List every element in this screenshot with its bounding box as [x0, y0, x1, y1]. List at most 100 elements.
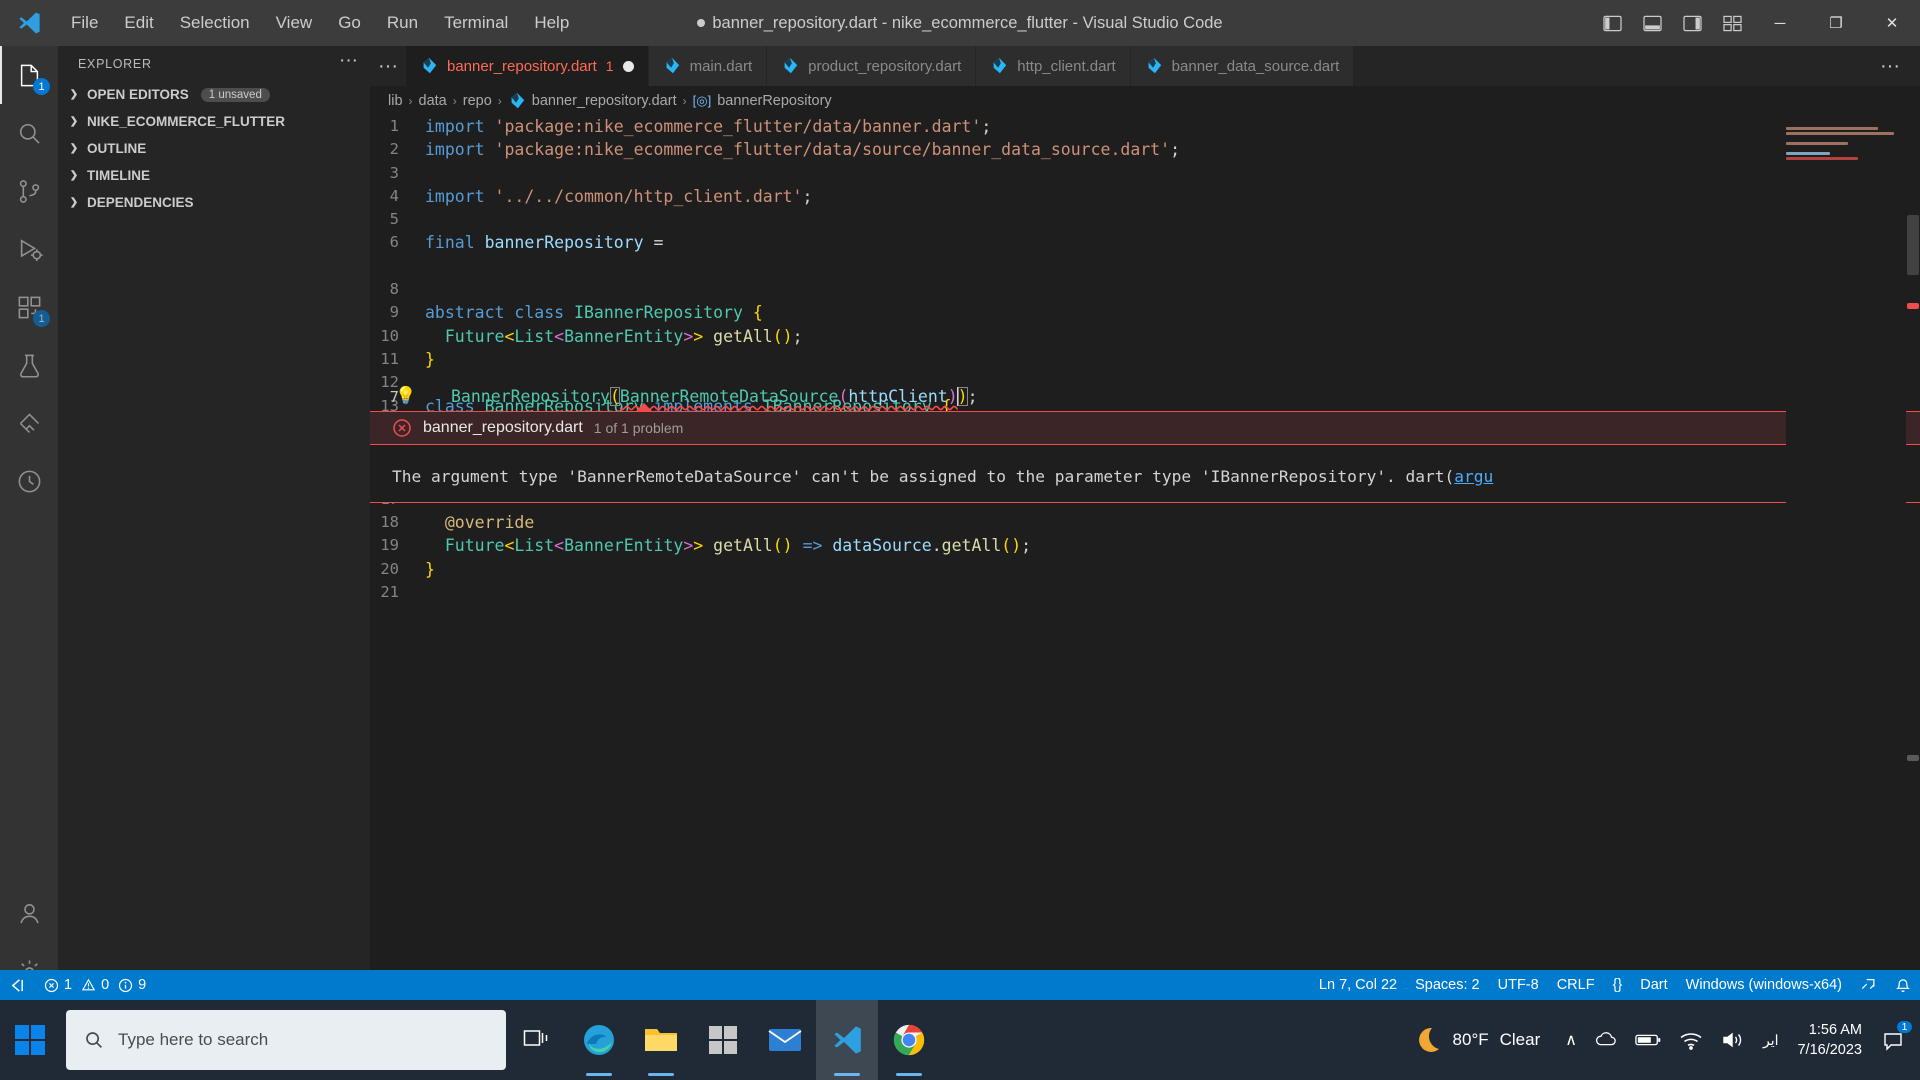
code-token: ;	[1170, 140, 1180, 160]
sidebar-section-label: NIKE_ECOMMERCE_FLUTTER	[87, 114, 286, 129]
battery-icon[interactable]	[1626, 1032, 1670, 1048]
menu-run[interactable]: Run	[374, 0, 431, 46]
sidebar-section-nike-ecommerce-flutter[interactable]: ❯ NIKE_ECOMMERCE_FLUTTER	[58, 108, 370, 135]
breadcrumb-item[interactable]: repo	[463, 93, 492, 109]
breadcrumb-item[interactable]: lib	[388, 93, 403, 109]
taskbar-google-chrome[interactable]	[878, 1000, 940, 1080]
taskbar-microsoft-edge[interactable]	[568, 1000, 630, 1080]
menu-help[interactable]: Help	[521, 0, 582, 46]
activity-testing[interactable]	[0, 336, 58, 394]
status-bar: 1 0 9 Ln 7, Col 22 Spaces: 2 UTF-8 CRLF …	[0, 970, 1920, 1000]
line-content: import 'package:nike_ecommerce_flutter/d…	[425, 115, 1920, 138]
toggle-panel-icon[interactable]	[1632, 0, 1672, 46]
activity-extensions[interactable]: 1	[0, 278, 58, 336]
code-token: ;	[1021, 536, 1032, 556]
taskbar-visual-studio-code[interactable]	[816, 1000, 878, 1080]
error-count: 1	[64, 977, 73, 993]
code-token: ()	[772, 536, 793, 556]
error-icon	[44, 978, 59, 992]
tab-banner_data_source-dart[interactable]: banner_data_source.dart	[1130, 46, 1355, 86]
menu-edit[interactable]: Edit	[111, 0, 166, 46]
menu-terminal[interactable]: Terminal	[431, 0, 521, 46]
customize-layout-icon[interactable]	[1712, 0, 1752, 46]
peek-message-link[interactable]: argu	[1454, 467, 1493, 486]
menu-selection[interactable]: Selection	[167, 0, 263, 46]
editor-braces[interactable]: {}	[1604, 970, 1632, 1000]
warning-count: 0	[101, 977, 110, 993]
editor-indentation[interactable]: Spaces: 2	[1406, 970, 1489, 1000]
lightbulb-quickfix-icon[interactable]: 💡	[395, 386, 416, 406]
warning-icon	[81, 978, 96, 991]
maximize-button[interactable]: ❐	[1808, 0, 1864, 46]
editor-more-actions-icon[interactable]: ···	[1872, 53, 1908, 79]
activity-dart-devtools[interactable]	[0, 452, 58, 510]
menu-view[interactable]: View	[263, 0, 326, 46]
clock-date: 7/16/2023	[1797, 1042, 1862, 1058]
activity-search[interactable]	[0, 104, 58, 162]
activity-flutter[interactable]	[0, 394, 58, 452]
show-hidden-icons-chevron[interactable]: ∧	[1556, 1030, 1586, 1050]
tab-product_repository-dart[interactable]: product_repository.dart	[767, 46, 977, 86]
code-token: getAll	[713, 536, 773, 556]
open-remote-icon[interactable]	[1851, 970, 1886, 1000]
problems-status[interactable]: 1 0 9	[35, 970, 155, 1000]
tab-dirty-dot-icon[interactable]	[622, 60, 634, 72]
code-token: BannerEntity	[564, 326, 684, 346]
editor-language-mode[interactable]: Dart	[1631, 970, 1676, 1000]
start-button[interactable]	[0, 1000, 60, 1080]
breadcrumb-item[interactable]: bannerRepository	[717, 93, 831, 109]
system-tray: 80°F Clear ∧ ایر 1:56 AM 7/16/2023 1	[1396, 1000, 1920, 1080]
taskbar-file-explorer[interactable]	[630, 1000, 692, 1080]
minimize-button[interactable]: ─	[1752, 0, 1808, 46]
notifications-bell-icon[interactable]	[1886, 970, 1920, 1000]
weather-widget[interactable]: 80°F Clear	[1396, 1025, 1557, 1055]
activity-explorer[interactable]: 1	[0, 46, 58, 104]
tab-banner_repository-dart[interactable]: banner_repository.dart 1	[405, 46, 649, 86]
menu-file[interactable]: File	[58, 0, 111, 46]
notification-center-icon[interactable]: 1	[1876, 1021, 1920, 1051]
window-controls: ─ ❐ ✕	[1592, 0, 1920, 46]
line-content: import '../../common/http_client.dart';	[425, 185, 1920, 208]
keyboard-layout-icon[interactable]: ایر	[1754, 1032, 1788, 1049]
extensions-badge: 1	[33, 310, 50, 327]
onedrive-icon[interactable]	[1586, 1031, 1626, 1049]
tab-http_client-dart[interactable]: http_client.dart	[976, 46, 1131, 86]
activity-run-and-debug[interactable]	[0, 220, 58, 278]
scrollbar-thumb[interactable]	[1907, 215, 1919, 275]
sidebar-section-timeline[interactable]: ❯ TIMELINE	[58, 162, 370, 189]
breadcrumb-item[interactable]: data	[419, 93, 447, 109]
line-content: @override	[425, 511, 1920, 534]
task-view-button[interactable]	[506, 1000, 568, 1080]
activity-accounts[interactable]	[0, 884, 58, 942]
sidebar-section-open-editors[interactable]: ❯ OPEN EDITORS 1 unsaved	[58, 81, 370, 108]
toggle-secondary-sidebar-icon[interactable]	[1672, 0, 1712, 46]
editor-eol[interactable]: CRLF	[1548, 970, 1604, 1000]
editor-actions: ···	[1872, 46, 1920, 86]
remote-window-button[interactable]	[0, 970, 35, 1000]
toggle-primary-sidebar-icon[interactable]	[1592, 0, 1632, 46]
close-button[interactable]: ✕	[1864, 0, 1920, 46]
tabs-overflow-icon[interactable]: ···	[370, 46, 406, 86]
taskbar-clock[interactable]: 1:56 AM 7/16/2023	[1787, 1020, 1876, 1060]
minimap[interactable]	[1786, 115, 1906, 1000]
activity-source-control[interactable]	[0, 162, 58, 220]
volume-icon[interactable]	[1712, 1030, 1754, 1050]
code-editor[interactable]: 1 import 'package:nike_ecommerce_flutter/…	[370, 115, 1920, 1000]
sidebar-section-dependencies[interactable]: ❯ DEPENDENCIES	[58, 189, 370, 216]
menu-go[interactable]: Go	[325, 0, 374, 46]
platform-target[interactable]: Windows (windows-x64)	[1677, 970, 1851, 1000]
sidebar-section-outline[interactable]: ❯ OUTLINE	[58, 135, 370, 162]
tab-main-dart[interactable]: main.dart	[648, 46, 768, 86]
wifi-icon[interactable]	[1670, 1031, 1712, 1050]
sidebar-more-actions-icon[interactable]: ···	[339, 51, 358, 72]
editor-encoding[interactable]: UTF-8	[1489, 970, 1548, 1000]
breadcrumb-item[interactable]: banner_repository.dart	[532, 93, 677, 109]
editor-scrollbar[interactable]	[1906, 115, 1920, 1000]
taskbar-search-box[interactable]: Type here to search	[66, 1010, 506, 1070]
peek-file-name: banner_repository.dart	[423, 419, 583, 436]
editor-position[interactable]: Ln 7, Col 22	[1310, 970, 1406, 1000]
taskbar-mail[interactable]	[754, 1000, 816, 1080]
taskbar-microsoft-store[interactable]	[692, 1000, 754, 1080]
